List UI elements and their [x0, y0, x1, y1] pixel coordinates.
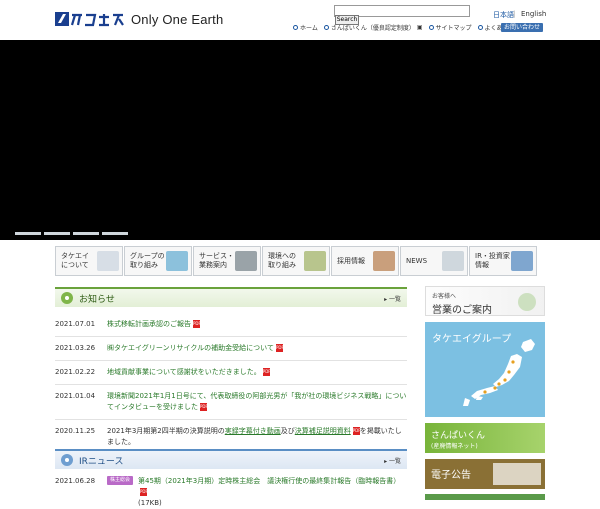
electronic-notice-banner[interactable]: 電子公告: [425, 459, 545, 489]
headset-person-icon: [518, 293, 536, 311]
cat-news[interactable]: NEWS: [400, 246, 468, 276]
ir-news-header: IRニュース ▸ 一覧: [55, 449, 407, 469]
hero-slideshow[interactable]: [0, 40, 600, 240]
list-item: 2021.02.22 地域貢献事業について感謝状をいただきました。 PDF: [55, 361, 407, 385]
news-section: お知らせ ▸ 一覧 2021.07.01 株式移転計画承認のご報告 PDF 202…: [55, 287, 407, 455]
ir-more-link[interactable]: ▸ 一覧: [384, 456, 401, 465]
slide-dot[interactable]: [15, 232, 41, 235]
category-badge: 株主総会: [107, 476, 134, 485]
cat-thumbnail: [97, 251, 119, 271]
slide-indicators: [15, 232, 128, 235]
pdf-icon: PDF: [275, 344, 284, 352]
logo-tagline: Only One Earth: [131, 11, 224, 27]
circle-bullet-icon: [477, 25, 483, 30]
circle-bullet-icon: [293, 25, 298, 30]
cat-about[interactable]: タケエイ について: [55, 246, 123, 276]
people-thumbnail: [373, 251, 395, 271]
document-icon: [493, 463, 541, 485]
cat-group[interactable]: グループの 取り組み: [124, 246, 192, 276]
takeei-logo-mark: [55, 11, 125, 27]
news-link[interactable]: ㈱タケエイグリーンリサイクルの補助金受給について PDF: [107, 343, 407, 354]
truck-thumbnail: [235, 251, 257, 271]
handshake-thumbnail: [304, 251, 326, 271]
ir-news-section: IRニュース ▸ 一覧 2021.06.28 株主総会 第45期（2021年3月…: [55, 449, 407, 509]
nav-home[interactable]: ホーム: [293, 23, 318, 32]
cat-ir[interactable]: IR・投資家 情報: [469, 246, 537, 276]
pdf-icon: PDF: [140, 488, 148, 496]
lang-separator: |: [513, 10, 516, 18]
cat-services[interactable]: サービス・ 業務案内: [193, 246, 261, 276]
pdf-icon: PDF: [262, 368, 271, 376]
news-header: お知らせ ▸ 一覧: [55, 287, 407, 307]
news-more-link[interactable]: ▸ 一覧: [384, 294, 401, 303]
news-link[interactable]: 環境新聞2021年1月1日号にて、代表取締役の阿部光男が「我が社の環境ビジネス戦…: [107, 391, 407, 413]
category-nav: タケエイ について グループの 取り組み サービス・ 業務案内 環境への 取り組…: [55, 246, 537, 276]
news-title: お知らせ: [79, 294, 115, 305]
contact-button[interactable]: お問い合わせ: [501, 23, 543, 32]
nav-sitemap[interactable]: サイトマップ: [428, 23, 472, 32]
list-item: 2021.01.04 環境新聞2021年1月1日号にて、代表取締役の阿部光男が「…: [55, 385, 407, 420]
cat-recruit[interactable]: 採用情報: [331, 246, 399, 276]
japan-map-icon: [463, 339, 535, 406]
circle-bullet-icon: [428, 25, 434, 30]
sanpaikun-banner[interactable]: さんぱいくん (産廃情報ネット): [425, 423, 545, 453]
circle-bullet-icon: [323, 25, 329, 30]
next-banner-partial[interactable]: [425, 494, 545, 500]
utility-nav: ホーム さんぱいくん（優良認定制度）▣ サイトマップ よくある質問: [293, 23, 521, 32]
takeei-group-banner[interactable]: タケエイグループ: [425, 322, 545, 417]
pdf-icon: PDF: [352, 427, 361, 435]
news-link[interactable]: 株式移転計画承認のご報告 PDF: [107, 319, 407, 330]
material-link[interactable]: 決算補足説明資料: [295, 427, 351, 435]
section-bullet-icon: [61, 454, 73, 466]
lang-english-link[interactable]: English: [521, 10, 546, 18]
sales-guide-banner[interactable]: お客様へ 営業のご案内: [425, 286, 545, 316]
site-logo[interactable]: Only One Earth: [55, 11, 223, 27]
slide-dot[interactable]: [44, 232, 70, 235]
ir-news-title: IRニュース: [79, 456, 124, 467]
slide-dot[interactable]: [102, 232, 128, 235]
chart-thumbnail: [511, 251, 533, 271]
slide-dot[interactable]: [73, 232, 99, 235]
nav-sanpaikun[interactable]: さんぱいくん（優良認定制度） ▣: [323, 23, 423, 32]
news-link[interactable]: 地域貢献事業について感謝状をいただきました。 PDF: [107, 367, 407, 378]
cat-environment[interactable]: 環境への 取り組み: [262, 246, 330, 276]
video-link[interactable]: 実録字幕付き動画: [225, 427, 281, 435]
pdf-icon: PDF: [200, 403, 208, 411]
external-window-icon: ▣: [416, 24, 423, 31]
pdf-icon: PDF: [193, 320, 201, 328]
section-bullet-icon: [61, 292, 73, 304]
list-item: 2021.03.26 ㈱タケエイグリーンリサイクルの補助金受給について PDF: [55, 337, 407, 361]
list-item: 2021.06.28 株主総会 第45期（2021年3月期）定時株主総会 議決権…: [55, 469, 407, 509]
news-list: 2021.07.01 株式移転計画承認のご報告 PDF 2021.03.26 ㈱タ…: [55, 313, 407, 455]
list-item: 2021.07.01 株式移転計画承認のご報告 PDF: [55, 313, 407, 337]
ir-news-link[interactable]: 第45期（2021年3月期）定時株主総会 議決権行使の最終集計報告（臨時報告書）…: [138, 476, 407, 509]
newspaper-thumbnail: [442, 251, 464, 271]
japan-map-thumbnail: [166, 251, 188, 271]
lang-japanese-link[interactable]: 日本語: [493, 10, 514, 20]
site-header: Only One Earth Search 日本語 | English ホーム …: [0, 0, 600, 40]
